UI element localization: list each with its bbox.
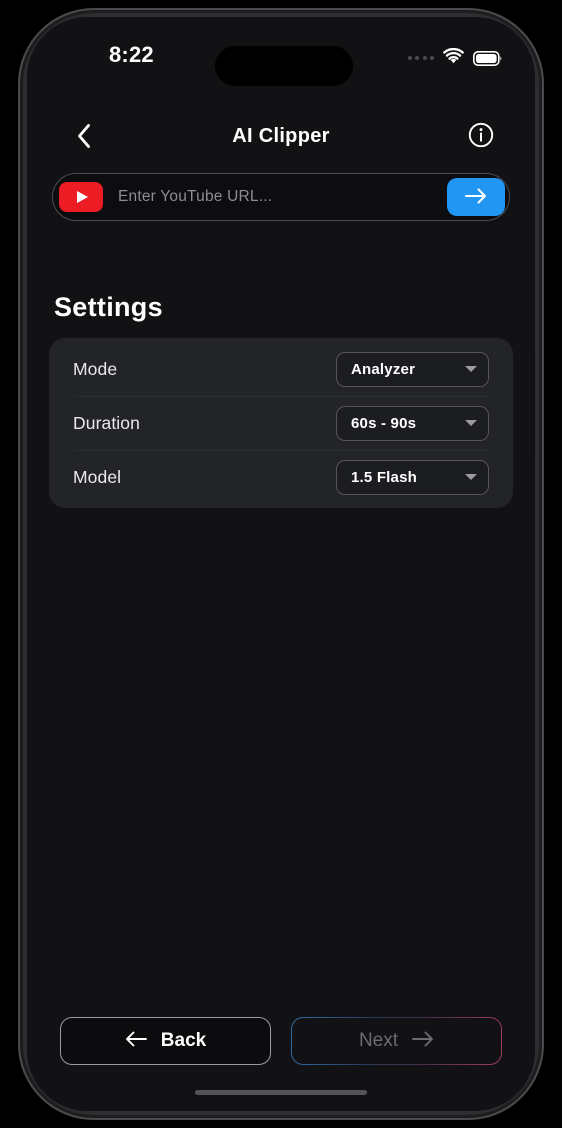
youtube-url-input[interactable]	[103, 188, 447, 206]
youtube-icon	[59, 182, 103, 212]
url-submit-button[interactable]	[447, 178, 505, 216]
home-indicator[interactable]	[195, 1090, 367, 1095]
status-bar: 8:22	[27, 17, 535, 103]
mode-dropdown[interactable]: Analyzer	[336, 351, 489, 387]
settings-label-mode: Mode	[73, 358, 118, 379]
chevron-down-icon	[465, 420, 477, 426]
model-dropdown[interactable]: 1.5 Flash	[336, 459, 489, 495]
arrow-left-icon	[125, 1031, 148, 1052]
settings-row-mode: Mode Analyzer	[49, 342, 513, 396]
nav-header: AI Clipper	[27, 103, 535, 169]
settings-label-model: Model	[73, 466, 122, 487]
wifi-icon	[443, 47, 464, 69]
chevron-down-icon	[465, 474, 477, 480]
battery-full-icon	[473, 50, 502, 66]
footer-actions: Back Next	[27, 1017, 535, 1065]
mode-dropdown-value: Analyzer	[351, 360, 416, 378]
page-title: AI Clipper	[232, 125, 330, 147]
settings-row-duration: Duration 60s - 90s	[49, 396, 513, 450]
arrow-right-icon	[464, 187, 488, 208]
phone-screen: 8:22 AI Clipper Enter YouTube URL... Set…	[27, 17, 535, 1111]
signal-dots-icon	[407, 56, 434, 60]
chevron-down-icon	[465, 366, 477, 372]
status-time: 8:22	[109, 42, 154, 67]
next-button[interactable]: Next	[291, 1017, 502, 1065]
settings-heading: Settings	[54, 292, 163, 322]
model-dropdown-value: 1.5 Flash	[351, 468, 417, 486]
settings-label-duration: Duration	[73, 412, 140, 433]
settings-card: Mode Analyzer Duration 60s - 90s Model 1…	[49, 338, 513, 508]
duration-dropdown[interactable]: 60s - 90s	[336, 405, 489, 441]
back-button[interactable]: Back	[60, 1017, 271, 1065]
settings-row-model: Model 1.5 Flash	[49, 450, 513, 504]
arrow-right-icon	[411, 1031, 434, 1052]
status-indicators	[407, 46, 503, 70]
next-button-label: Next	[358, 1030, 399, 1051]
info-circle-icon[interactable]	[465, 119, 497, 151]
dynamic-island	[215, 46, 353, 86]
youtube-url-bar[interactable]	[52, 173, 510, 221]
back-button-label: Back	[160, 1030, 207, 1051]
duration-dropdown-value: 60s - 90s	[351, 414, 417, 432]
